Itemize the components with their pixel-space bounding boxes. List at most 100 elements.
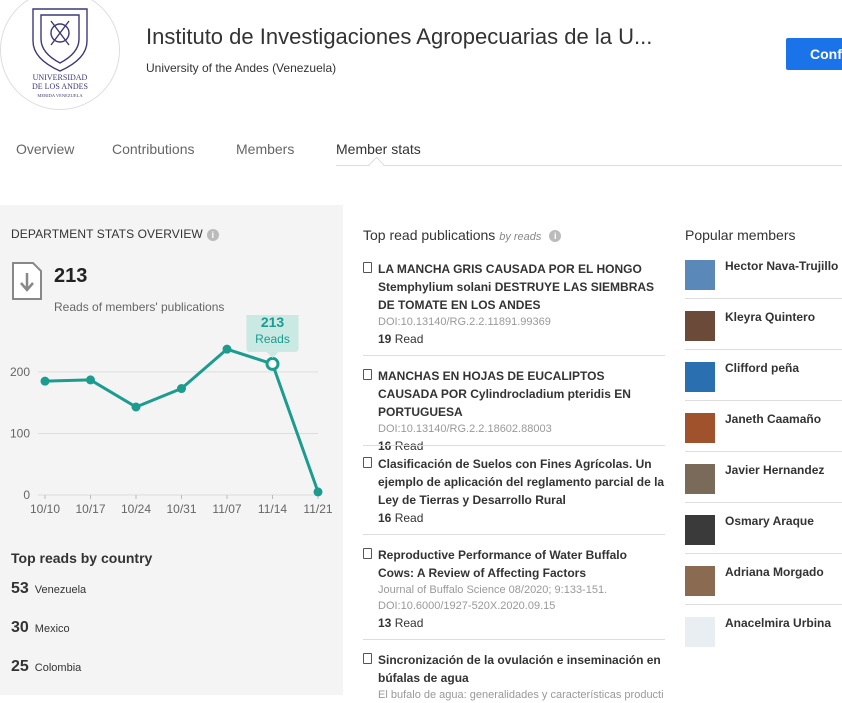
publications-heading: Top read publications by reads i [363,227,562,243]
x-tick-label: 11/14 [258,502,287,516]
country-count: 25 [11,658,29,675]
divider [363,355,665,356]
data-point[interactable] [313,487,323,497]
document-icon [363,369,372,380]
data-point[interactable] [86,375,95,385]
country-name: Venezuela [34,584,87,596]
x-tick-label: 10/10 [30,502,60,516]
avatar[interactable] [685,464,715,494]
confirm-button[interactable]: Confi [786,38,842,70]
divider [363,534,665,535]
member-item[interactable]: Anacelmira Urbina [685,610,842,661]
member-name[interactable]: Kleyra Quintero [725,310,815,324]
divider [685,298,842,299]
data-point[interactable] [222,344,232,354]
member-item[interactable]: Osmary Araque [685,508,842,559]
data-point[interactable] [131,402,141,412]
institution-name: Instituto de Investigaciones Agropecuari… [146,24,653,49]
member-name[interactable]: Anacelmira Urbina [725,616,831,630]
avatar[interactable] [685,617,715,647]
member-item[interactable]: Clifford peña [685,355,842,406]
y-tick-label: 0 [23,488,30,502]
publication-title[interactable]: Sincronización de la ovulación e insemin… [378,651,665,687]
university-logo[interactable]: UNIVERSIDAD DE LOS ANDES MERIDA VENEZUEL… [0,0,120,110]
x-tick-label: 11/21 [303,502,332,516]
stats-title-text: DEPARTMENT STATS OVERVIEW [11,227,203,241]
member-name[interactable]: Hector Nava-Trujillo [725,259,838,273]
reads-total: 213 [54,265,88,287]
country-row: 53 Venezuela [11,580,86,598]
x-tick-label: 10/31 [166,502,196,516]
member-name[interactable]: Osmary Araque [725,514,814,528]
member-item[interactable]: Janeth Caamaño [685,406,842,457]
member-item[interactable]: Javier Hernandez [685,457,842,508]
tooltip-value: 213 [261,315,285,330]
publication-title[interactable]: Clasificación de Suelos con Fines Agríco… [378,455,665,509]
publication-title[interactable]: Reproductive Performance of Water Buffal… [378,546,665,582]
document-icon [363,457,372,468]
reads-label: Reads of members' publications [54,300,225,314]
country-name: Colombia [34,662,82,674]
publication-item: MANCHAS EN HOJAS DE EUCALIPTOS CAUSADA P… [363,367,665,453]
logo-text-3: MERIDA VENEZUELA [37,93,83,98]
tab-bar: Overview Contributions Members Member st… [0,130,842,166]
member-item[interactable]: Kleyra Quintero [685,304,842,355]
member-name[interactable]: Javier Hernandez [725,463,824,477]
country-count: 53 [11,580,29,597]
publication-reads: 16 Read [378,511,665,525]
reads-count: 13 [378,616,392,630]
member-name[interactable]: Adriana Morgado [725,565,824,579]
reads-count: 16 [378,511,392,525]
divider [685,604,842,605]
publication-title[interactable]: LA MANCHA GRIS CAUSADA POR EL HONGO Stem… [378,260,665,314]
data-point[interactable] [177,384,186,394]
tab-contributions[interactable]: Contributions [112,141,195,157]
document-icon [363,653,372,664]
divider [363,445,665,446]
publication-title[interactable]: MANCHAS EN HOJAS DE EUCALIPTOS CAUSADA P… [378,367,665,421]
x-tick-label: 10/24 [121,502,151,516]
tab-members[interactable]: Members [236,141,294,157]
country-name: Mexico [34,623,70,635]
avatar[interactable] [685,260,715,290]
logo-text-1: UNIVERSIDAD [33,73,88,82]
avatar[interactable] [685,413,715,443]
divider [685,553,842,554]
avatar[interactable] [685,515,715,545]
department-stats-panel: DEPARTMENT STATS OVERVIEW i 213 Reads of … [0,205,343,695]
reads-count: 16 [378,439,392,453]
document-icon [363,548,372,559]
publication-meta: DOI:10.13140/RG.2.2.18602.88003 [378,423,552,435]
member-item[interactable]: Adriana Morgado [685,559,842,610]
reads-unit: Read [394,616,424,630]
country-row: 25 Colombia [11,658,81,676]
member-item[interactable]: Hector Nava-Trujillo [685,253,842,304]
avatar[interactable] [685,311,715,341]
tooltip-label: Reads [255,332,290,346]
reads-line-chart[interactable]: 0 100 200 10/10 10/17 10/24 10/31 11/07 11/14 11/… [0,315,343,535]
info-icon[interactable]: i [549,230,562,243]
university-link[interactable]: University of the Andes (Venezuela) [146,61,336,75]
reads-download-icon [11,261,43,306]
data-point[interactable] [40,376,50,386]
x-tick-label: 11/07 [212,502,241,516]
member-name[interactable]: Clifford peña [725,361,799,375]
info-icon[interactable]: i [206,228,219,241]
divider [685,451,842,452]
tab-member-stats[interactable]: Member stats [336,141,421,157]
tab-overview[interactable]: Overview [16,141,74,157]
avatar[interactable] [685,362,715,392]
publication-reads: 16 Read [378,439,665,453]
publication-item: Sincronización de la ovulación e insemin… [363,651,665,703]
publication-item: Reproductive Performance of Water Buffal… [363,546,665,630]
country-count: 30 [11,619,29,636]
avatar[interactable] [685,566,715,596]
country-row: 30 Mexico [11,619,70,637]
divider [685,349,842,350]
publication-item: Clasificación de Suelos con Fines Agríco… [363,455,665,525]
highlighted-data-point[interactable] [265,356,280,371]
publications-title: Top read publications [363,227,496,243]
tooltip-pointer [266,351,279,358]
reads-unit: Read [394,332,424,346]
member-name[interactable]: Janeth Caamaño [725,412,821,426]
